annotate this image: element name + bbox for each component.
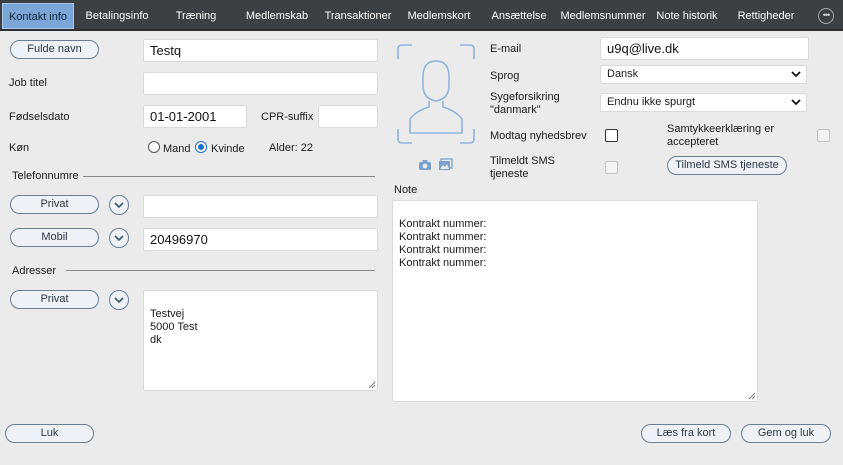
job-title-label: Job titel [9, 77, 47, 89]
tab-betalingsinfo[interactable]: Betalingsinfo [80, 4, 154, 28]
tab-rettigheder[interactable]: Rettigheder [733, 4, 799, 28]
camera-icon[interactable] [418, 159, 432, 171]
birthdate-field[interactable]: 01-01-2001 [143, 105, 247, 128]
phones-heading: Telefonnumre [12, 170, 79, 182]
address-divider [66, 270, 375, 271]
full-name-button[interactable]: Fulde navn [10, 40, 99, 59]
tab-bar: Kontakt info Betalingsinfo Træning Medle… [0, 0, 843, 31]
note-text: Kontrakt nummer: Kontrakt nummer: Kontra… [399, 218, 487, 269]
tab-medlemskab[interactable]: Medlemskab [240, 4, 314, 28]
sms-checkbox[interactable] [605, 161, 618, 174]
chevron-down-icon [114, 235, 124, 242]
language-select-value: Dansk [607, 68, 639, 80]
phone-mobil-dropdown[interactable] [109, 228, 129, 248]
resize-grip-icon[interactable] [368, 381, 376, 389]
note-label: Note [394, 184, 418, 196]
insurance-select-value: Endnu ikke spurgt [607, 96, 696, 108]
gender-option-kvinde: Kvinde [211, 143, 245, 155]
name-field[interactable]: Testq [143, 39, 378, 62]
phone-type-button-privat[interactable]: Privat [10, 195, 99, 214]
address-dropdown[interactable] [109, 290, 129, 310]
close-button[interactable]: Luk [5, 424, 94, 443]
newsletter-checkbox[interactable] [605, 129, 618, 142]
gender-label: Køn [9, 142, 30, 154]
phone-privat-dropdown[interactable] [109, 195, 129, 215]
tab-note-historik[interactable]: Note historik [653, 4, 721, 28]
ellipsis-circle-icon[interactable]: ••• [818, 8, 834, 24]
image-gallery-icon[interactable] [438, 158, 453, 171]
email-label: E-mail [490, 43, 522, 55]
cpr-suffix-field[interactable] [318, 105, 378, 128]
tab-medlemsnummer[interactable]: Medlemsnummer [558, 4, 648, 28]
language-select[interactable]: Dansk [600, 65, 807, 84]
gender-radio-kvinde[interactable] [195, 141, 207, 153]
sms-subscribe-button[interactable]: Tilmeld SMS tjeneste [667, 156, 787, 175]
phone-type-button-mobil[interactable]: Mobil [10, 228, 99, 247]
tab-kontakt-info[interactable]: Kontakt info [2, 3, 74, 29]
gender-option-mand: Mand [163, 143, 191, 155]
chevron-down-icon [114, 297, 124, 304]
address-field[interactable]: Testvej 5000 Test dk [143, 290, 378, 391]
tab-ansaettelse[interactable]: Ansættelse [487, 4, 551, 28]
address-text: Testvej 5000 Test dk [150, 308, 198, 346]
insurance-select[interactable]: Endnu ikke spurgt [600, 93, 807, 112]
tab-transaktioner[interactable]: Transaktioner [320, 4, 396, 28]
read-card-button[interactable]: Læs fra kort [641, 424, 731, 443]
phones-divider [83, 176, 375, 177]
email-field[interactable]: u9q@live.dk [600, 37, 809, 60]
address-type-button-privat[interactable]: Privat [10, 290, 99, 309]
chevron-down-icon [791, 71, 801, 78]
cpr-suffix-label: CPR-suffix [261, 111, 314, 123]
save-close-button[interactable]: Gem og luk [741, 424, 831, 443]
age-text: Alder: 22 [269, 142, 314, 154]
address-heading: Adresser [12, 265, 57, 277]
user-silhouette-icon [397, 44, 475, 144]
phone-privat-field[interactable] [143, 195, 378, 218]
chevron-down-icon [114, 202, 124, 209]
profile-photo-placeholder[interactable] [396, 43, 476, 153]
sms-label: Tilmeldt SMS tjeneste [490, 155, 555, 180]
consent-label: Samtykkeerklæring er accepteret [667, 123, 774, 148]
consent-checkbox[interactable] [817, 129, 830, 142]
resize-grip-icon[interactable] [748, 392, 756, 400]
birthdate-label: Fødselsdato [9, 111, 70, 123]
gender-radio-mand[interactable] [148, 141, 160, 153]
newsletter-label: Modtag nyhedsbrev [490, 130, 587, 142]
language-label: Sprog [490, 70, 520, 82]
phone-mobil-field[interactable]: 20496970 [143, 228, 378, 251]
tab-medlemskort[interactable]: Medlemskort [403, 4, 475, 28]
chevron-down-icon [791, 99, 801, 106]
job-title-field[interactable] [143, 72, 378, 95]
note-field[interactable]: Kontrakt nummer: Kontrakt nummer: Kontra… [392, 200, 758, 402]
insurance-label: Sygeforsikring "danmark" [490, 91, 560, 116]
tab-traening[interactable]: Træning [166, 4, 226, 28]
